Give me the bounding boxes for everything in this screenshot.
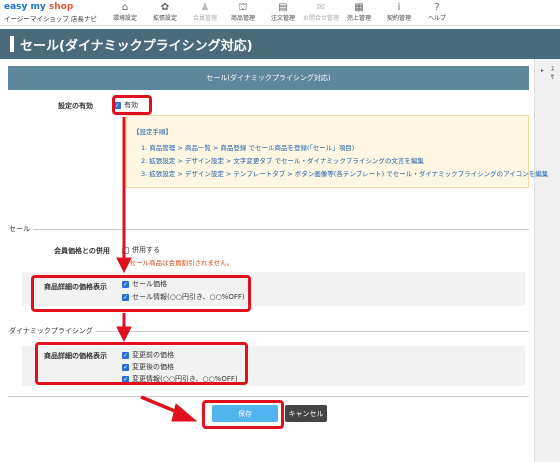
calculator-icon: ▦ (354, 2, 364, 13)
brand[interactable]: easy my shop イージーマイショップ 店長ナビ (4, 2, 97, 23)
top-navigation: easy my shop イージーマイショップ 店長ナビ ⌂ 環境設定 ✿ 拡張設定… (0, 0, 560, 26)
nav-label: 会員管理 (192, 15, 217, 22)
enable-highlight-box (112, 95, 152, 115)
checkbox-label: 併用する (132, 246, 160, 254)
brand-subtitle: イージーマイショップ 店長ナビ (4, 15, 97, 23)
setup-steps-box: 【設定手順】 1. 商品管理 > 商品一覧 > 商品登録 でセール商品を登録(「… (126, 115, 548, 188)
document-icon: ▤ (278, 2, 288, 13)
sale-group-title: セール (9, 224, 33, 234)
steps-heading: 【設定手順】 (133, 128, 172, 136)
member-price-checkbox[interactable]: 併用する (122, 245, 160, 255)
right-side-panel: ▸ ｽｻ (534, 59, 560, 462)
setting-enable-label: 設定の有効 (58, 102, 93, 110)
nav-order-management[interactable]: ▤ 注文管理 (264, 2, 302, 22)
gift-icon: ⛫ (238, 2, 248, 13)
sale-group-divider (8, 229, 529, 230)
panel-bottom-divider (8, 396, 529, 397)
arrow-head-3 (171, 403, 198, 422)
nav-label: 拡張設定 (152, 15, 177, 22)
step-item: 2. 拡張設定 > デザイン設定 > 文字変更タブ でセール・ダイナミックプライ… (141, 157, 424, 165)
nav-label: ヘルプ (427, 15, 446, 22)
nav-label: 環境設定 (112, 15, 137, 22)
nav-label: 契約管理 (386, 15, 411, 22)
nav-help[interactable]: ? ヘルプ (418, 2, 456, 22)
gear-icon: ✿ (160, 2, 170, 13)
save-highlight-box (202, 400, 284, 429)
step-item: 3. 拡張設定 > デザイン設定 > テンプレートタブ > ボタン画像等(各テン… (141, 170, 549, 178)
nav-label: 注文管理 (270, 15, 295, 22)
nav-environment-settings[interactable]: ⌂ 環境設定 (106, 2, 144, 22)
nav-member-management[interactable]: ♟ 会員管理 (186, 2, 224, 22)
cancel-button[interactable]: キャンセル (285, 405, 327, 422)
member-price-note: ※セール商品は会員割引されません。 (124, 259, 234, 267)
checkbox-unchecked-icon (122, 246, 129, 254)
page-title-bar: セール(ダイナミックプライシング対応) (0, 29, 560, 59)
nav-extension-settings[interactable]: ✿ 拡張設定 (146, 2, 184, 22)
page-title: セール(ダイナミックプライシング対応) (20, 39, 253, 54)
home-icon: ⌂ (121, 2, 129, 13)
expand-arrow-icon[interactable]: ▸ (541, 67, 544, 74)
info-icon: i (397, 2, 401, 13)
brand-logo-text: easy my (4, 2, 49, 12)
nav-label: 売上管理 (346, 15, 371, 22)
nav-label: 商品管理 (230, 15, 255, 22)
mail-icon: ✉ (316, 2, 326, 13)
nav-inquiry-management[interactable]: ✉ お問合せ管理 (302, 2, 340, 22)
help-icon: ? (434, 2, 440, 13)
side-text: ｽｻ (551, 66, 554, 82)
side-text-1: ｽ (551, 66, 555, 73)
nav-sales-management[interactable]: ▦ 売上管理 (340, 2, 378, 22)
member-price-label: 会員価格との併用 (54, 247, 110, 255)
brand-logo-shop: shop (48, 2, 74, 12)
brand-logo: easy my shop (4, 2, 97, 12)
sale-detail-highlight-box (31, 275, 251, 312)
person-icon: ♟ (200, 2, 210, 13)
dynamic-detail-highlight-box (35, 342, 248, 385)
step-item: 1. 商品管理 > 商品一覧 > 商品登録 でセール商品を登録(「セール」項目) (141, 144, 355, 152)
nav-label: お問合せ管理 (302, 15, 339, 22)
nav-product-management[interactable]: ⛫ 商品管理 (224, 2, 262, 22)
dynamic-group-title: ダイナミックプライシング (9, 326, 96, 336)
section-header: セール(ダイナミックプライシング対応) (8, 66, 529, 90)
side-text-2: ｻ (551, 74, 555, 81)
title-accent (10, 36, 14, 52)
nav-contract-management[interactable]: i 契約管理 (380, 2, 418, 22)
